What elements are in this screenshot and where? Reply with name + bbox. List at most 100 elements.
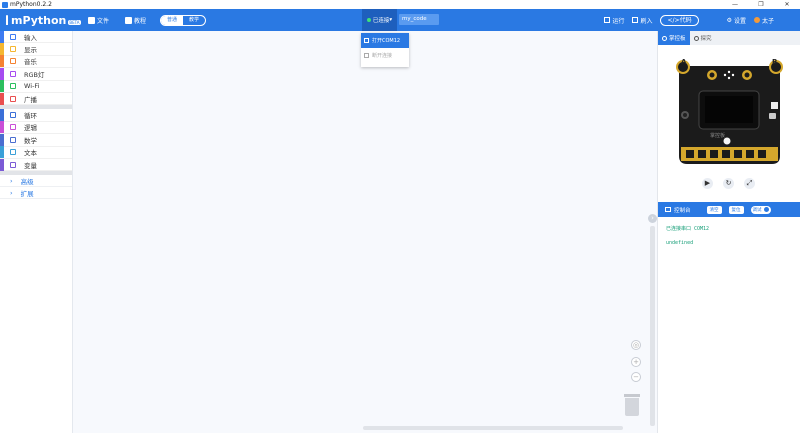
board-brand: 掌控板 [710,132,725,139]
sidebar-item-category[interactable]: 输入 [0,30,72,44]
sidebar-item-category[interactable]: 数学 [0,133,72,147]
disconnect-icon [364,53,369,58]
debug-toggle[interactable]: 调试 [750,205,771,214]
trash-icon[interactable] [624,394,640,416]
category-icon [10,136,16,143]
chevron-right-icon: › [10,188,13,197]
settings-button[interactable]: ⚙ 设置 [727,16,746,25]
connected-dot-icon [366,18,371,22]
user-menu[interactable]: 太子 [753,16,774,25]
blocks-workspace[interactable]: ◎ + − [73,31,657,433]
sidebar-item-category[interactable]: 广播 [0,92,72,106]
sidebar-item-label: 逻辑 [24,124,37,133]
recenter-icon[interactable]: ◎ [631,340,641,350]
disconnect-item[interactable]: 断开连接 [361,48,409,63]
sidebar-item-category[interactable]: RGB灯 [0,67,72,81]
code-label: 代码 [679,16,692,24]
console-line: undefined [666,240,694,246]
sidebar-item-label: 循环 [24,112,37,121]
category-icon [10,95,16,102]
download-icon [632,17,639,23]
block-category-sidebar: 输入 显示 音乐 RGB灯 Wi-Fi 广播 循环逻辑数学文本 变量 › 高级 › 扩展 [0,30,73,433]
mode-teaching[interactable]: 教学 [183,16,205,25]
category-color-bar [0,92,4,105]
close-button[interactable]: ✕ [774,0,800,9]
gear-icon: ⚙ [726,16,732,24]
expand-icon[interactable]: ⤢ [744,178,755,189]
open-port-item[interactable]: 打开COM12 [361,33,409,48]
board-illustration: A B 掌控板 [676,58,783,164]
disconnect-label: 断开连接 [372,53,393,59]
vertical-scrollbar[interactable] [650,226,655,426]
category-icon [10,58,16,65]
sidebar-item-label: RGB灯 [24,70,45,79]
horizontal-scrollbar[interactable] [363,426,623,430]
sidebar-item-label: 数学 [24,136,37,145]
board-icon [662,35,667,41]
mode-toggle[interactable]: 普通 教学 [160,14,207,26]
flash-label: 刷入 [640,17,653,25]
sidebar-item-category[interactable]: 显示 [0,43,72,56]
console-title: 控制台 [674,207,691,214]
run-icon [604,17,611,23]
run-label: 运行 [612,17,625,25]
category-icon [10,46,16,53]
project-name-field[interactable]: my_code [399,14,439,25]
debug-toggle-label: 调试 [752,207,762,213]
category-icon [10,33,16,40]
play-icon[interactable]: ▶ [702,178,713,189]
sidebar-item-category[interactable]: 音乐 [0,55,72,69]
category-color-bar [0,80,4,93]
tab-board[interactable]: 掌控板 [658,31,690,45]
connection-button[interactable]: 已连接 ▾ [362,9,397,31]
console-line: 已连接串口 COM12 [666,226,710,232]
logo-icon [6,15,8,25]
tab-explore-label: 探究 [700,36,712,42]
code-view-button[interactable]: </> 代码 [660,14,699,26]
tab-explore[interactable]: 探究 [690,31,716,45]
category-icon [10,124,16,131]
port-icon [364,38,369,43]
tutorial-button[interactable]: 教程 [125,16,146,25]
zoom-in-icon[interactable]: + [631,357,641,367]
sidebar-item-category[interactable]: 逻辑 [0,121,72,135]
run-button[interactable]: 运行 [604,16,624,25]
chevron-down-icon: ▾ [389,17,393,23]
sidebar-item-category[interactable]: 循环 [0,109,72,122]
clear-button[interactable]: 清空 [706,205,722,214]
toggle-knob [763,207,769,212]
settings-label: 设置 [733,17,746,25]
sidebar-item-category[interactable]: Wi-Fi [0,80,72,93]
sidebar-item-advanced[interactable]: › 高级 [0,175,72,188]
category-color-bar [0,133,4,146]
logo-text: mPython [11,13,67,27]
category-icon [10,83,16,90]
sidebar-item-label: 扩展 [20,189,34,198]
console-toolbar: 控制台 清空 复位 调试 [658,202,800,217]
restart-icon[interactable]: ↻ [723,178,734,189]
sidebar-item-label: 文本 [24,149,37,158]
collapse-panel-button[interactable]: › [648,214,657,223]
file-label: 文件 [97,17,110,25]
chevron-right-icon: › [10,176,13,185]
category-icon [10,149,16,156]
reset-button[interactable]: 复位 [728,205,744,214]
category-icon [10,112,16,119]
zoom-out-icon[interactable]: − [631,372,641,382]
flash-button[interactable]: 刷入 [632,16,652,25]
maximize-button[interactable]: ❐ [748,0,774,9]
file-menu-button[interactable]: 文件 [88,16,109,25]
sidebar-item-category[interactable]: 文本 [0,146,72,159]
device-panel: 掌控板 探究 A B 掌控板 ▶ ↻ ⤢ 控制台 清空 复位 调试 已连接串口 … [657,31,800,433]
mode-normal[interactable]: 普通 [161,15,184,25]
board-label-a: A [681,58,687,66]
minimize-button[interactable]: — [722,0,748,9]
category-color-bar [0,158,4,171]
window-titlebar: mPython0.2.2 — ❐ ✕ [0,0,800,9]
sidebar-item-label: 高级 [20,177,34,186]
board-label-b: B [772,58,777,66]
connection-label: 已连接 [372,18,390,24]
category-color-bar [0,109,4,122]
sidebar-item-extensions[interactable]: › 扩展 [0,187,72,200]
sidebar-item-category[interactable]: 变量 [0,158,72,172]
